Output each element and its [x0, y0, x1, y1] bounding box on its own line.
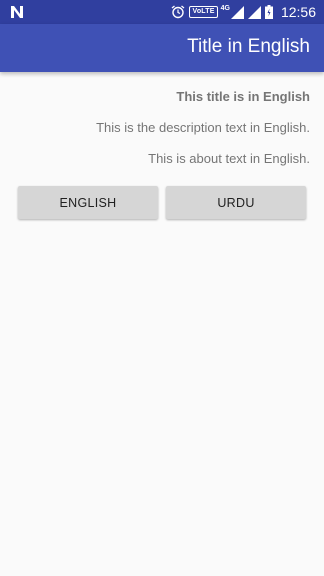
- app-bar: Title in English: [0, 24, 324, 72]
- about-text: This is about text in English.: [148, 151, 310, 166]
- volte-badge: VoLTE: [189, 6, 218, 18]
- english-button[interactable]: ENGLISH: [18, 186, 158, 219]
- status-bar: VoLTE 4G 12:56: [0, 0, 324, 24]
- status-clock: 12:56: [280, 4, 316, 20]
- urdu-button[interactable]: URDU: [166, 186, 306, 219]
- status-icons: VoLTE 4G 12:56: [167, 0, 316, 24]
- description-text: This is the description text in English.: [96, 120, 310, 135]
- network-type-label: 4G: [220, 4, 230, 12]
- signal-icon-2: [247, 5, 261, 19]
- battery-icon: [264, 5, 273, 19]
- alarm-icon: [172, 5, 185, 19]
- n-logo-icon: [11, 6, 23, 18]
- signal-icon: [230, 5, 244, 19]
- content-heading: This title is in English: [176, 89, 310, 104]
- app-bar-title: Title in English: [187, 36, 310, 57]
